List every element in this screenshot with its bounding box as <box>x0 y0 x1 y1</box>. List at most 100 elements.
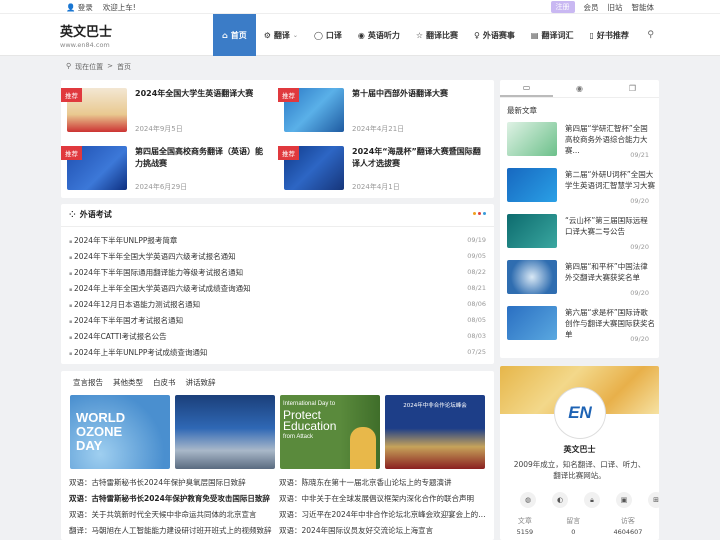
news-tabs: 宣言报告 其他类型 白皮书 讲话致辞 <box>73 377 216 388</box>
nav-translate[interactable]: ⚙ 翻译 ⌄ <box>256 14 306 56</box>
headphone-icon: ◉ <box>357 30 365 40</box>
news-image[interactable]: WORLD OZONE DAY <box>70 395 170 469</box>
tab-comments[interactable]: ❐ <box>606 80 659 97</box>
list-item[interactable]: 双语：中非关于在全球发展倡议框架内深化合作的联合声明 <box>279 491 489 507</box>
recommend-badge: 推荐 <box>61 146 82 160</box>
lock-icon[interactable]: 🔒︎ <box>584 492 600 508</box>
search-icon[interactable]: ⚲ <box>647 30 654 40</box>
news-list: 双语：古特雷斯秘书长2024年保护臭氧层国际日致辞 双语：陈晓东在第十一届北京香… <box>69 475 489 539</box>
member-link[interactable]: 会员 <box>584 2 599 13</box>
list-item[interactable]: 双语：古特雷斯秘书长2024年保护教育免受攻击国际日致辞 <box>69 491 279 507</box>
tab-popular[interactable]: ◉ <box>553 80 606 97</box>
weibo-icon[interactable]: ◐ <box>552 492 568 508</box>
eye-icon: ◉ <box>576 84 583 93</box>
list-item[interactable]: 双语：2024年国际议员友好交流论坛上海宣言 <box>279 523 489 539</box>
list-item[interactable]: 2024年下半年国际通用翻译能力等级考试报名通知08/22 <box>69 264 486 280</box>
login-link[interactable]: 👤 登录 <box>66 2 93 13</box>
nav-listening[interactable]: ◉ 英语听力 <box>350 14 408 56</box>
list-item[interactable]: 2024年上半年UNLPP考试成绩查询通知07/25 <box>69 344 486 360</box>
profile-stats: 文章 5159 留言 0 访客 4604607 <box>500 516 659 536</box>
grid-icon: ⁘ <box>69 210 76 219</box>
nav-vocab[interactable]: ▤ 翻译词汇 <box>523 14 582 56</box>
article-thumb <box>507 306 557 340</box>
breadcrumb-home[interactable]: 首页 <box>117 62 131 72</box>
stat-visitors: 访客 4604607 <box>613 517 643 536</box>
list-item[interactable]: 2024年上半年全国大学英语四六级考试成绩查询通知08/21 <box>69 280 486 296</box>
stat-articles: 文章 5159 <box>516 517 534 536</box>
list-item[interactable]: 2024年12月日本语能力测试报名通知08/06 <box>69 296 486 312</box>
featured-item[interactable]: 推荐 2024年全国大学生英语翻译大赛 2024年9月5日 <box>61 82 273 136</box>
book-icon: ▯ <box>589 30 594 40</box>
social-icons: ◍ ◐ 🔒︎ ▣ ⊞ <box>520 492 659 508</box>
avatar: EN <box>555 388 605 438</box>
list-item[interactable]: 第四届“和平杯”中国法律外交翻译大赛获奖名单 09/20 <box>507 260 655 304</box>
featured-item[interactable]: 推荐 第十届中西部外语翻译大赛 2024年4月21日 <box>278 82 490 136</box>
list-item[interactable]: 2024年下半年全国大学英语四六级考试报名通知09/05 <box>69 248 486 264</box>
list-item[interactable]: 双语：关于共筑新时代全天候中非命运共同体的北京宣言 <box>69 507 279 523</box>
gear-icon: ⚙ <box>263 30 271 40</box>
list-item[interactable]: 双语：习近平在2024年中非合作论坛北京峰会欢迎宴会上的致辞 <box>279 507 489 523</box>
profile-desc: 2009年成立，知名翻译、口译、听力、翻译比赛网站。 <box>513 460 646 480</box>
smart-agent-link[interactable]: 智能体 <box>632 2 655 13</box>
tab-latest[interactable]: ▭ <box>500 80 553 97</box>
list-item[interactable]: 双语：古特雷斯秘书长2024年保护臭氧层国际日致辞 <box>69 475 279 491</box>
star-icon: ☆ <box>415 30 424 40</box>
site-logo[interactable]: 英文巴士 www.en84.com <box>60 21 112 49</box>
nav-interpret[interactable]: ◯ 口译 <box>306 14 350 56</box>
list-item[interactable]: 2024年下半年UNLPP报考简章09/19 <box>69 232 486 248</box>
list-icon: ▤ <box>530 30 539 40</box>
main-nav: ⌂ 首页 ⚙ 翻译 ⌄ ◯ 口译 ◉ 英语听力 ☆ 翻译比赛 ♀ 外语赛事 ▤ 翻译词汇 ▯ 好书… <box>213 14 637 56</box>
list-item[interactable]: 双语：陈晓东在第十一届北京香山论坛上的专题演讲 <box>279 475 489 491</box>
trophy-icon: ♀ <box>474 30 480 40</box>
nav-contest[interactable]: ☆ 翻译比赛 <box>408 14 466 56</box>
latest-panel: ▭ ◉ ❐ 最新文章 第四届“学研汇智杯”全国高校商务外语综合能力大赛... 09… <box>500 80 659 358</box>
copy-icon: ❐ <box>628 84 637 93</box>
message-icon[interactable]: ▣ <box>616 492 632 508</box>
section-title: ⁘ 外语考试 <box>69 210 112 219</box>
header: 英文巴士 www.en84.com ⌂ 首页 ⚙ 翻译 ⌄ ◯ 口译 ◉ 英语听力 ☆ 翻译… <box>0 14 720 56</box>
register-button[interactable]: 注册 <box>550 1 575 13</box>
nav-books[interactable]: ▯ 好书推荐 <box>581 14 636 56</box>
article-thumb <box>507 214 557 248</box>
list-item[interactable]: 翻译：马朝旭在人工智能能力建设研讨班开班式上的视频致辞 <box>69 523 279 539</box>
site-name: 英文巴士 <box>60 25 113 40</box>
list-item[interactable]: “云山杯”第三届国际远程口译大赛二号公告 09/20 <box>507 214 655 258</box>
profile-card: EN 英文巴士 2009年成立，知名翻译、口译、听力、翻译比赛网站。 ◍ ◐ 🔒… <box>500 366 659 540</box>
list-item[interactable]: 2024年下半年国才考试报名通知08/05 <box>69 312 486 328</box>
list-item[interactable]: 第二届“外研U词杯”全国大学生英语词汇智慧学习大赛 09/20 <box>507 168 655 212</box>
tab-declaration[interactable]: 宣言报告 <box>73 377 103 388</box>
recommend-badge: 推荐 <box>278 146 299 160</box>
section-title: 最新文章 <box>507 106 537 115</box>
tab-whitepaper[interactable]: 白皮书 <box>153 377 176 388</box>
news-image[interactable] <box>175 395 275 469</box>
recommend-badge: 推荐 <box>61 88 82 102</box>
folder-icon: ▭ <box>522 83 531 92</box>
welcome-text: 欢迎上车! <box>102 3 136 12</box>
tab-speech[interactable]: 讲话致辞 <box>186 377 216 388</box>
dots-icon <box>473 212 486 215</box>
recommend-badge: 推荐 <box>278 88 299 102</box>
chat-icon: ◯ <box>313 30 323 40</box>
article-thumb <box>507 122 557 156</box>
wechat-icon[interactable]: ◍ <box>520 492 536 508</box>
old-site-link[interactable]: 旧站 <box>608 2 623 13</box>
news-image[interactable]: International Day to Protect Education f… <box>280 395 380 469</box>
article-thumb <box>507 168 557 202</box>
featured-item[interactable]: 推荐 2024年“海晟杯”翻译大赛暨国际翻译人才选拔赛 2024年4月1日 <box>278 140 490 194</box>
news-panel: 宣言报告 其他类型 白皮书 讲话致辞 WORLD OZONE DAY Interna… <box>61 371 494 540</box>
list-item[interactable]: 第六届“求是杯”国际诗歌创作与翻译大赛国际获奖名单 09/20 <box>507 306 655 350</box>
exam-list: 2024年下半年UNLPP报考简章09/19 2024年下半年全国大学英语四六级… <box>69 232 486 360</box>
gift-icon[interactable]: ⊞ <box>648 492 659 508</box>
site-domain: www.en84.com <box>60 41 110 49</box>
featured-item[interactable]: 推荐 第四届全国高校商务翻译（英语）能力挑战赛 2024年6月29日 <box>61 140 273 194</box>
news-image[interactable]: 2024年中非合作论坛峰会 <box>385 395 485 469</box>
nav-home[interactable]: ⌂ 首页 <box>213 14 256 56</box>
tab-other[interactable]: 其他类型 <box>113 377 143 388</box>
news-pictures: WORLD OZONE DAY International Day to Prote… <box>70 395 485 469</box>
nav-events[interactable]: ♀ 外语赛事 <box>466 14 523 56</box>
list-item[interactable]: 2024年CATTI考试报名公告08/03 <box>69 328 486 344</box>
location-icon: ⚲ <box>66 62 72 70</box>
list-item[interactable]: 第四届“学研汇智杯”全国高校商务外语综合能力大赛... 09/21 <box>507 122 655 166</box>
home-icon: ⌂ <box>222 30 228 40</box>
sidebar-tabs: ▭ ◉ ❐ <box>500 80 659 98</box>
